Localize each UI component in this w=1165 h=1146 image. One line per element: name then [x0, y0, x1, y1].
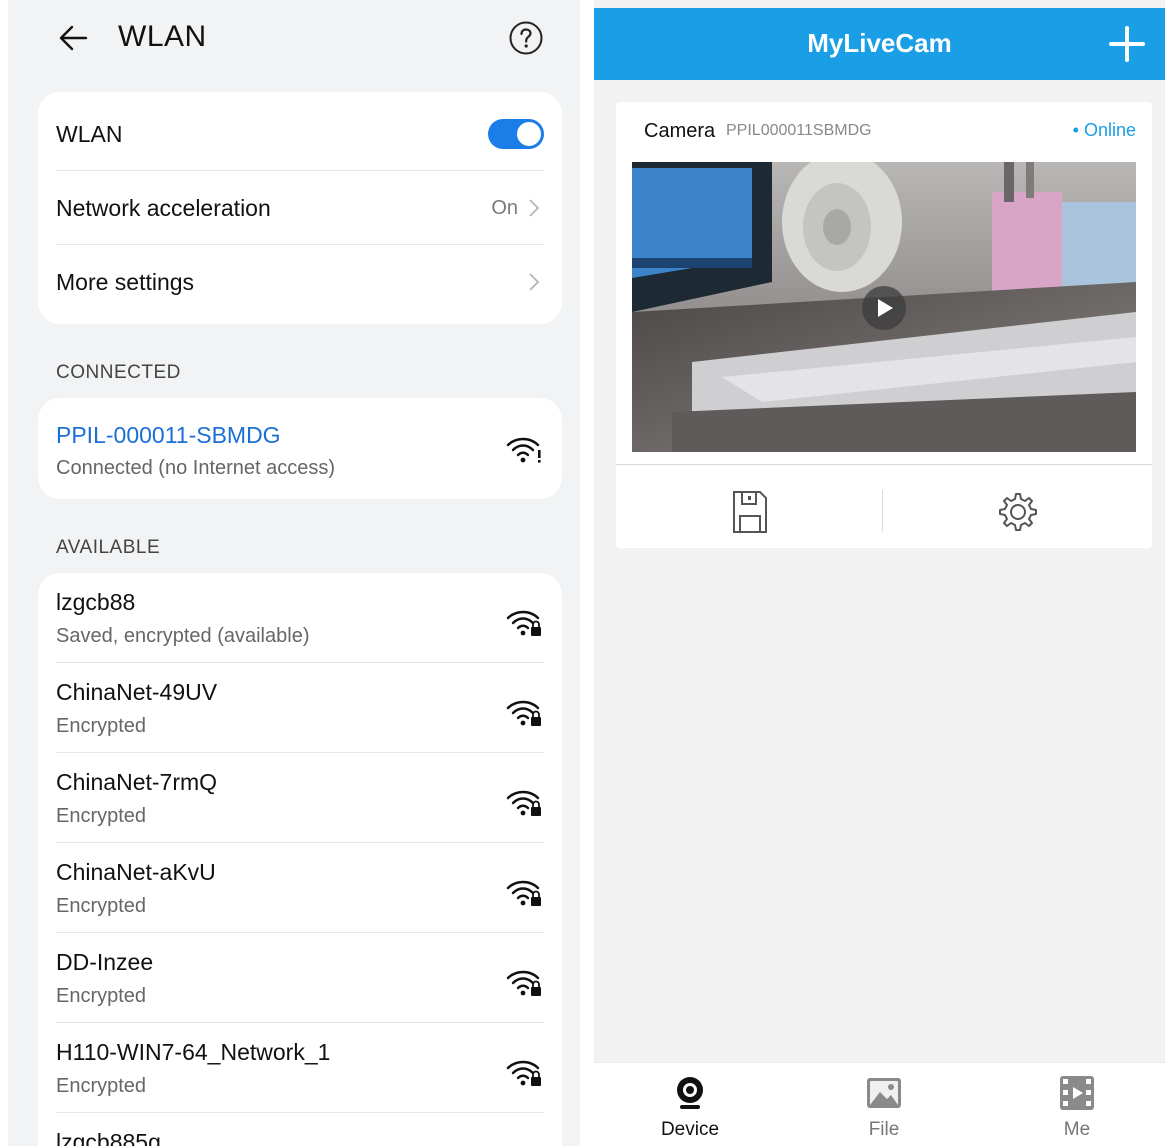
online-status-badge: • Online	[1072, 120, 1136, 140]
app-title: MyLiveCam	[807, 28, 952, 58]
plus-icon[interactable]	[1107, 24, 1147, 64]
network-status: Saved, encrypted (available)	[56, 625, 310, 647]
image-icon	[867, 1078, 901, 1108]
bottom-tab-bar: Device File Me	[594, 1062, 1165, 1146]
connected-network-name: PPIL-000011-SBMDG	[56, 422, 281, 448]
wifi-locked-icon	[506, 700, 541, 726]
camera-preview-thumbnail[interactable]	[632, 162, 1136, 452]
network-acceleration-label: Network acceleration	[56, 195, 271, 221]
gear-icon[interactable]	[994, 488, 1038, 536]
connected-network-row[interactable]: PPIL-000011-SBMDG Connected (no Internet…	[56, 398, 544, 499]
back-arrow-icon[interactable]	[54, 18, 94, 58]
network-list-item[interactable]: ChinaNet-49UV Encrypted	[56, 663, 544, 753]
wlan-settings-screen: WLAN WLAN Network acceleration On More s…	[8, 0, 580, 1146]
network-list-item[interactable]: DD-Inzee Encrypted	[56, 933, 544, 1023]
network-name: lzgcb88	[56, 589, 136, 615]
network-name: lzgcb885g	[56, 1129, 161, 1146]
app-header: MyLiveCam	[594, 8, 1165, 80]
help-icon[interactable]	[508, 20, 544, 56]
button-divider	[882, 490, 883, 532]
connected-network-card[interactable]: PPIL-000011-SBMDG Connected (no Internet…	[38, 398, 562, 499]
chevron-right-icon	[529, 199, 540, 217]
wifi-locked-icon	[506, 970, 541, 996]
tab-me[interactable]: Me	[1017, 1063, 1137, 1146]
network-list-item[interactable]: H110-WIN7-64_Network_1 Encrypted	[56, 1023, 544, 1113]
tab-device-label: Device	[660, 1119, 720, 1140]
network-name: ChinaNet-aKvU	[56, 859, 216, 885]
chevron-right-icon	[529, 273, 540, 291]
toggle-knob	[517, 122, 541, 146]
card-divider	[616, 464, 1152, 465]
network-list-item[interactable]: lzgcb885g	[56, 1113, 544, 1146]
wlan-top-bar: WLAN	[8, 0, 580, 80]
connected-section-header: CONNECTED	[56, 362, 181, 383]
tab-file-label: File	[868, 1119, 900, 1140]
network-status: Encrypted	[56, 985, 147, 1007]
device-name: Camera	[644, 120, 716, 142]
camera-device-card[interactable]: Camera PPIL000011SBMDG • Online	[616, 102, 1152, 548]
tab-file[interactable]: File	[824, 1063, 944, 1146]
wlan-toggle-switch[interactable]	[488, 119, 544, 149]
available-section-header: AVAILABLE	[56, 537, 161, 558]
wlan-toggle-label: WLAN	[56, 121, 123, 147]
network-status: Encrypted	[56, 1075, 147, 1097]
wlan-toggle-row[interactable]: WLAN	[56, 92, 544, 171]
page-title: WLAN	[118, 20, 207, 53]
network-list-item[interactable]: lzgcb88 Saved, encrypted (available)	[56, 573, 544, 663]
device-id: PPIL000011SBMDG	[726, 122, 872, 139]
connected-network-status: Connected (no Internet access)	[56, 457, 336, 479]
wlan-settings-card: WLAN Network acceleration On More settin…	[38, 92, 562, 324]
wifi-locked-icon	[506, 610, 541, 636]
webcam-icon	[677, 1077, 703, 1109]
mylivecam-screen: MyLiveCam Camera PPIL000011SBMDG • Onlin…	[594, 0, 1165, 1146]
network-name: DD-Inzee	[56, 949, 154, 975]
network-list-item[interactable]: ChinaNet-7rmQ Encrypted	[56, 753, 544, 843]
network-name: H110-WIN7-64_Network_1	[56, 1039, 331, 1065]
network-status: Encrypted	[56, 715, 147, 737]
tab-device[interactable]: Device	[630, 1063, 750, 1146]
play-button[interactable]	[862, 286, 906, 330]
available-networks-card: lzgcb88 Saved, encrypted (available) Chi…	[38, 573, 562, 1146]
network-status: Encrypted	[56, 895, 147, 917]
save-icon[interactable]	[728, 488, 772, 536]
wifi-locked-icon	[506, 880, 541, 906]
wifi-no-internet-icon	[506, 437, 541, 463]
network-name: ChinaNet-49UV	[56, 679, 218, 705]
available-networks-list: lzgcb88 Saved, encrypted (available) Chi…	[38, 573, 562, 1146]
wifi-locked-icon	[506, 1060, 541, 1086]
network-status: Encrypted	[56, 805, 147, 827]
more-settings-row[interactable]: More settings	[56, 245, 544, 324]
wifi-locked-icon	[506, 790, 541, 816]
more-settings-label: More settings	[56, 269, 195, 295]
play-icon	[878, 299, 893, 317]
film-icon	[1060, 1076, 1094, 1110]
tab-me-label: Me	[1063, 1119, 1091, 1140]
network-list-item[interactable]: ChinaNet-aKvU Encrypted	[56, 843, 544, 933]
network-acceleration-value: On	[491, 197, 518, 219]
network-name: ChinaNet-7rmQ	[56, 769, 218, 795]
network-acceleration-row[interactable]: Network acceleration On	[56, 171, 544, 245]
